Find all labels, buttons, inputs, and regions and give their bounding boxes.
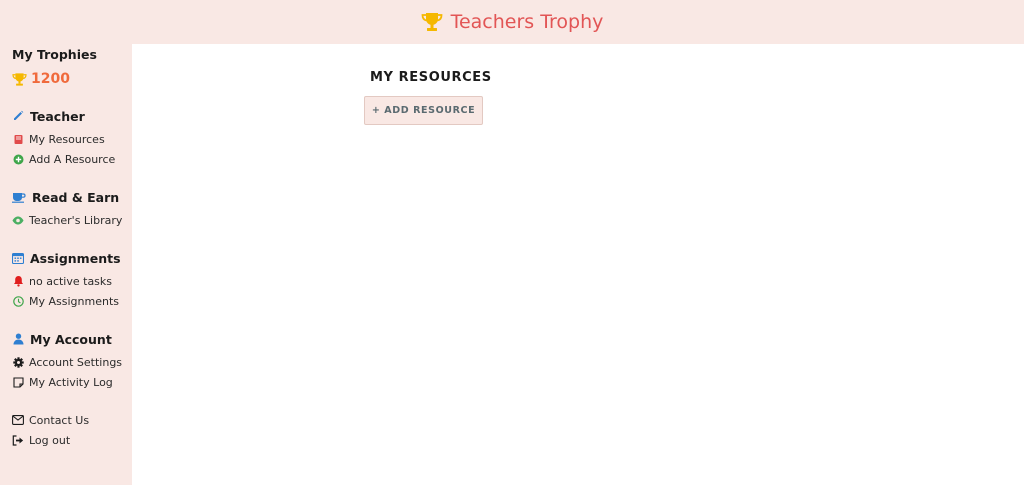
pencil-icon [12,110,24,122]
coffee-icon [12,191,26,203]
add-resource-button[interactable]: + ADD RESOURCE [364,96,483,125]
sidebar-item-account-settings[interactable]: Account Settings [12,352,132,372]
section-title: Teacher [30,108,85,124]
section-title: Assignments [30,250,121,266]
sidebar-item-label: Log out [29,433,71,447]
trophies-heading: My Trophies [12,47,97,62]
sidebar-item-label: Contact Us [29,413,90,427]
sidebar-footer: Contact Us Log out [12,410,132,450]
sidebar-item-my-activity-log[interactable]: My Activity Log [12,372,132,392]
sidebar-item-teachers-library[interactable]: Teacher's Library [12,210,132,230]
section-teacher-header: Teacher [12,107,132,125]
sign-out-icon [12,434,24,446]
plus-circle-icon [12,153,24,165]
section-read-earn-header: Read & Earn [12,188,132,206]
sidebar: My Trophies 1200 Teacher My Resources Ad… [0,44,132,485]
sidebar-item-label: Add A Resource [29,152,116,166]
section-title: My Account [30,331,112,347]
note-icon [12,376,24,388]
envelope-icon [12,414,24,426]
sidebar-item-label: no active tasks [29,274,113,288]
section-teacher: Teacher My Resources Add A Resource [12,107,132,169]
sidebar-item-my-resources[interactable]: My Resources [12,129,132,149]
bell-icon [12,275,24,287]
calendar-icon [12,252,24,264]
section-assignments-header: Assignments [12,249,132,267]
app-title: Teachers Trophy [450,11,604,33]
sidebar-item-label: Teacher's Library [29,213,123,227]
sidebar-item-label: My Resources [29,132,105,146]
trophy-count: 1200 [12,70,132,88]
main-content: MY RESOURCES + ADD RESOURCE [132,44,1024,485]
trophy-count-value: 1200 [31,71,70,87]
gear-icon [12,356,24,368]
section-read-earn: Read & Earn Teacher's Library [12,188,132,230]
book-icon [12,133,24,145]
brand[interactable]: Teachers Trophy [421,11,604,33]
sidebar-item-my-assignments[interactable]: My Assignments [12,291,132,311]
sidebar-item-contact-us[interactable]: Contact Us [12,410,132,430]
user-icon [12,333,24,345]
sidebar-item-label: My Assignments [29,294,119,308]
sidebar-item-label: My Activity Log [29,375,113,389]
page-title: MY RESOURCES [370,70,492,85]
sidebar-item-log-out[interactable]: Log out [12,430,132,450]
clock-icon [12,295,24,307]
section-my-account: My Account Account Settings My Activity … [12,330,132,392]
top-bar: Teachers Trophy [0,0,1024,44]
section-my-account-header: My Account [12,330,132,348]
sidebar-item-label: Account Settings [29,355,123,369]
section-assignments: Assignments no active tasks My Assignmen… [12,249,132,311]
trophy-icon [12,72,27,87]
sidebar-item-no-active-tasks[interactable]: no active tasks [12,271,132,291]
sidebar-item-add-a-resource[interactable]: Add A Resource [12,149,132,169]
eye-icon [12,214,24,226]
trophy-icon [421,12,443,32]
section-title: Read & Earn [32,189,120,205]
